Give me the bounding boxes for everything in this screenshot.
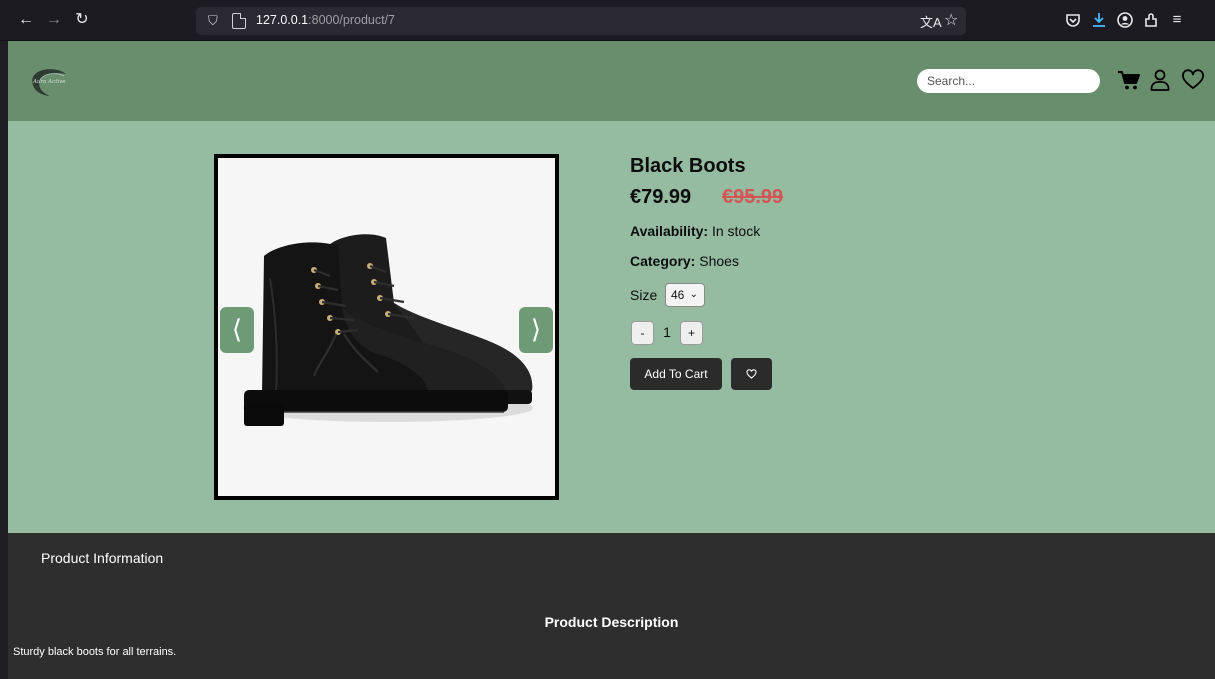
quantity-increase-button[interactable]: + <box>680 321 703 345</box>
wishlist-heart-icon[interactable] <box>1180 67 1206 93</box>
back-arrow-icon[interactable]: ← <box>16 10 36 30</box>
browser-toolbar: ← → ↻ ⛉ 127.0.0.1:8000/product/7 文A ☆ ≡ <box>0 0 1215 41</box>
availability-value: In stock <box>711 223 761 239</box>
cart-icon[interactable] <box>1116 67 1142 93</box>
bookmark-star-icon[interactable]: ☆ <box>944 10 958 30</box>
size-select[interactable]: 46 ⌄ <box>665 283 705 307</box>
quantity-value: 1 <box>663 324 671 340</box>
user-icon[interactable] <box>1147 67 1173 93</box>
product-section: ⟨ ⟩ Black Boots €79.99 €95.99 Availabili… <box>8 121 1215 533</box>
boots-image <box>218 158 555 496</box>
page-icon <box>232 13 246 29</box>
product-image-carousel: ⟨ ⟩ <box>214 154 559 500</box>
translate-icon[interactable]: 文A <box>920 12 942 31</box>
add-to-wishlist-button[interactable] <box>731 358 772 390</box>
search-input[interactable] <box>917 69 1100 93</box>
availability-row: Availability: In stock <box>630 223 760 239</box>
product-price: €79.99 <box>630 186 692 208</box>
description-text: Sturdy black boots for all terrains. <box>13 646 177 658</box>
site-header: Aura Active <box>8 41 1215 121</box>
quantity-decrease-button[interactable]: - <box>631 321 654 345</box>
product-old-price: €95.99 <box>722 186 784 208</box>
pocket-icon[interactable] <box>1062 9 1084 31</box>
product-info-section: Product Information Product Description … <box>8 533 1215 679</box>
download-icon[interactable] <box>1088 9 1110 31</box>
url-path: :8000/product/7 <box>308 13 396 27</box>
shield-icon[interactable]: ⛉ <box>208 12 224 30</box>
reload-icon[interactable]: ↻ <box>72 10 92 30</box>
extensions-icon[interactable] <box>1140 9 1162 31</box>
account-icon[interactable] <box>1114 9 1136 31</box>
heart-icon <box>746 369 757 379</box>
brand-logo[interactable]: Aura Active <box>28 65 70 99</box>
url-host: 127.0.0.1 <box>256 13 309 27</box>
url-text[interactable]: 127.0.0.1:8000/product/7 <box>256 13 395 27</box>
category-value: Shoes <box>699 253 739 269</box>
category-row: Category: Shoes <box>630 253 739 269</box>
website: Aura Active Search... ⟨ ⟩ Black Boots €7… <box>8 41 1215 679</box>
forward-arrow-icon[interactable]: → <box>44 10 64 30</box>
availability-label: Availability: <box>630 223 709 239</box>
size-label: Size <box>630 287 658 303</box>
add-to-cart-button[interactable]: Add To Cart <box>630 358 722 390</box>
carousel-prev-button[interactable]: ⟨ <box>220 307 254 353</box>
category-label: Category: <box>630 253 696 269</box>
logo-text: Aura Active <box>32 79 66 85</box>
url-bar[interactable]: ⛉ 127.0.0.1:8000/product/7 文A ☆ <box>196 7 966 35</box>
chevron-down-icon: ⌄ <box>689 289 698 300</box>
menu-icon[interactable]: ≡ <box>1166 9 1188 31</box>
product-title: Black Boots <box>630 155 746 177</box>
tab-product-information[interactable]: Product Information <box>41 550 163 566</box>
carousel-next-button[interactable]: ⟩ <box>519 307 553 353</box>
description-heading: Product Description <box>544 614 679 630</box>
size-value: 46 <box>671 288 685 302</box>
